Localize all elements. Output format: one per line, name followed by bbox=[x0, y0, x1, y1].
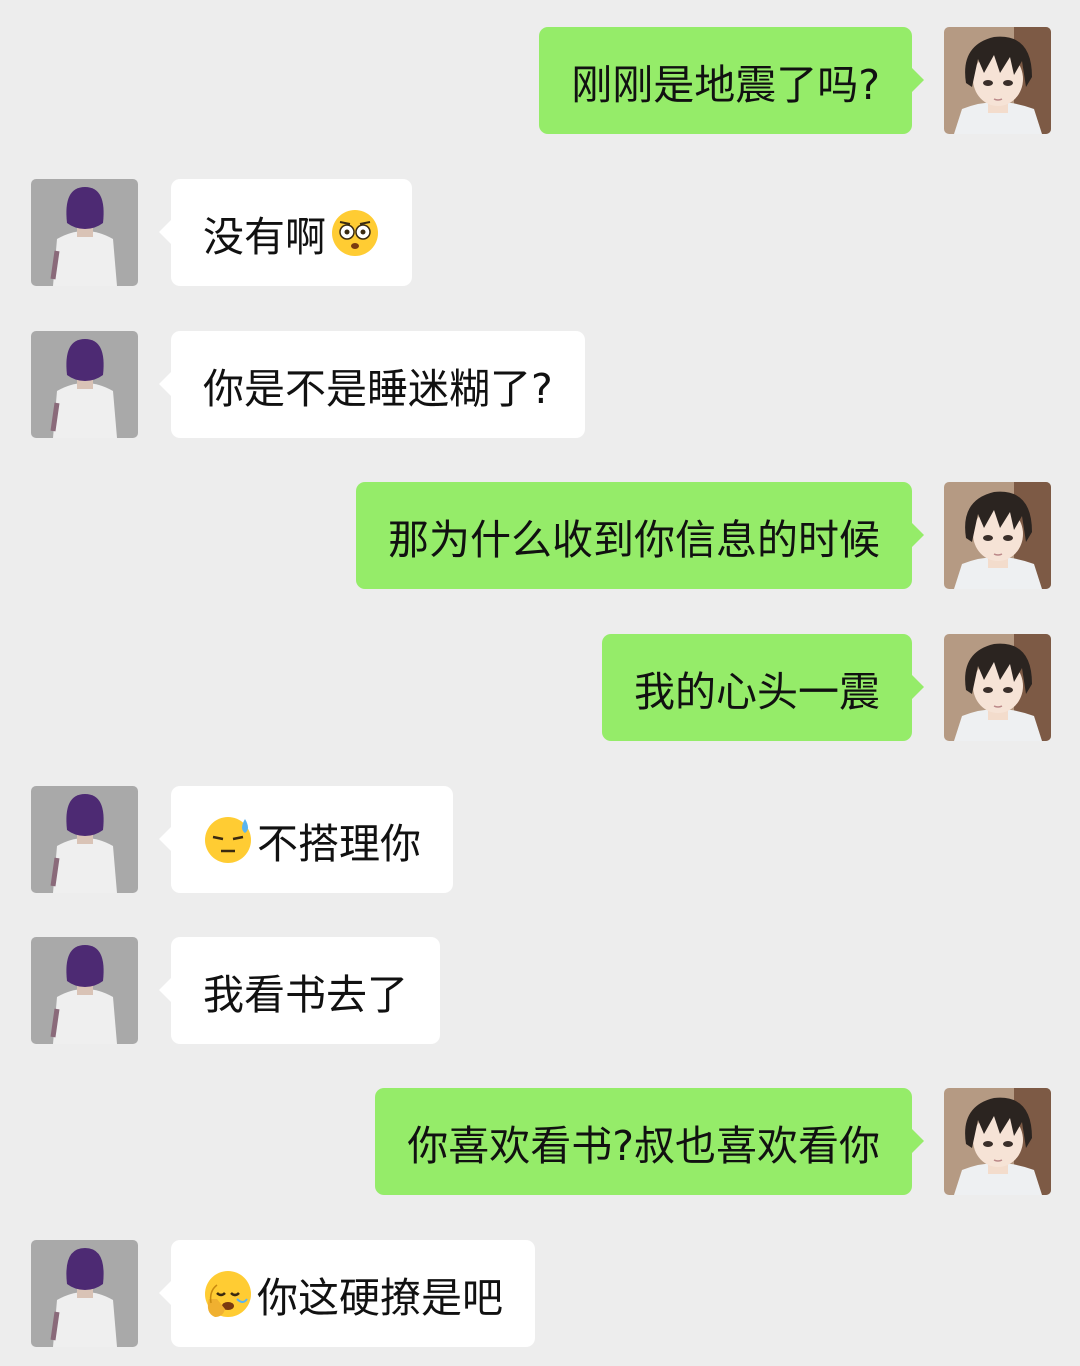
girl-avatar-icon bbox=[31, 179, 138, 286]
my-avatar[interactable] bbox=[944, 482, 1051, 589]
girl-avatar-icon bbox=[31, 1240, 138, 1347]
message-bubble-received[interactable]: 你这硬撩是吧 bbox=[159, 1240, 535, 1347]
message-row: 没有啊 bbox=[0, 179, 1080, 287]
message-text: 没有啊 bbox=[203, 212, 326, 261]
girl-avatar-icon bbox=[31, 786, 138, 893]
contact-avatar[interactable] bbox=[31, 786, 138, 893]
message-row: 你是不是睡迷糊了? bbox=[0, 331, 1080, 439]
my-avatar[interactable] bbox=[944, 634, 1051, 741]
message-text: 我的心头一震 bbox=[634, 667, 880, 716]
message-row: 你这硬撩是吧 bbox=[0, 1240, 1080, 1348]
message-text: 我看书去了 bbox=[203, 970, 408, 1019]
boy-avatar-icon bbox=[944, 1088, 1051, 1195]
message-text: 那为什么收到你信息的时候 bbox=[388, 515, 880, 564]
message-bubble-received[interactable]: 没有啊 bbox=[159, 179, 412, 286]
contact-avatar[interactable] bbox=[31, 1240, 138, 1347]
flushed-face-emoji-icon bbox=[330, 208, 380, 258]
message-bubble-sent[interactable]: 你喜欢看书?叔也喜欢看你 bbox=[375, 1088, 924, 1195]
message-text: 你这硬撩是吧 bbox=[257, 1273, 503, 1322]
message-row: 你喜欢看书?叔也喜欢看你 bbox=[0, 1088, 1080, 1196]
my-avatar[interactable] bbox=[944, 1088, 1051, 1195]
girl-avatar-icon bbox=[31, 937, 138, 1044]
message-text: 你喜欢看书?叔也喜欢看你 bbox=[407, 1121, 880, 1170]
message-text: 不搭理你 bbox=[257, 819, 421, 868]
message-bubble-sent[interactable]: 我的心头一震 bbox=[602, 634, 924, 741]
downcast-sweat-face-emoji-icon bbox=[203, 815, 253, 865]
boy-avatar-icon bbox=[944, 634, 1051, 741]
message-row: 刚刚是地震了吗? bbox=[0, 27, 1080, 135]
message-text: 你是不是睡迷糊了? bbox=[203, 364, 553, 413]
contact-avatar[interactable] bbox=[31, 937, 138, 1044]
message-row: 不搭理你 bbox=[0, 786, 1080, 894]
facepalm-face-emoji-icon bbox=[203, 1269, 253, 1319]
message-bubble-received[interactable]: 你是不是睡迷糊了? bbox=[159, 331, 585, 438]
message-bubble-sent[interactable]: 那为什么收到你信息的时候 bbox=[356, 482, 924, 589]
girl-avatar-icon bbox=[31, 331, 138, 438]
message-text: 刚刚是地震了吗? bbox=[571, 60, 880, 109]
my-avatar[interactable] bbox=[944, 27, 1051, 134]
message-bubble-received[interactable]: 我看书去了 bbox=[159, 937, 440, 1044]
boy-avatar-icon bbox=[944, 482, 1051, 589]
message-row: 那为什么收到你信息的时候 bbox=[0, 482, 1080, 590]
boy-avatar-icon bbox=[944, 27, 1051, 134]
contact-avatar[interactable] bbox=[31, 331, 138, 438]
message-row: 我看书去了 bbox=[0, 937, 1080, 1045]
contact-avatar[interactable] bbox=[31, 179, 138, 286]
message-row: 我的心头一震 bbox=[0, 634, 1080, 742]
message-bubble-received[interactable]: 不搭理你 bbox=[159, 786, 453, 893]
message-bubble-sent[interactable]: 刚刚是地震了吗? bbox=[539, 27, 924, 134]
